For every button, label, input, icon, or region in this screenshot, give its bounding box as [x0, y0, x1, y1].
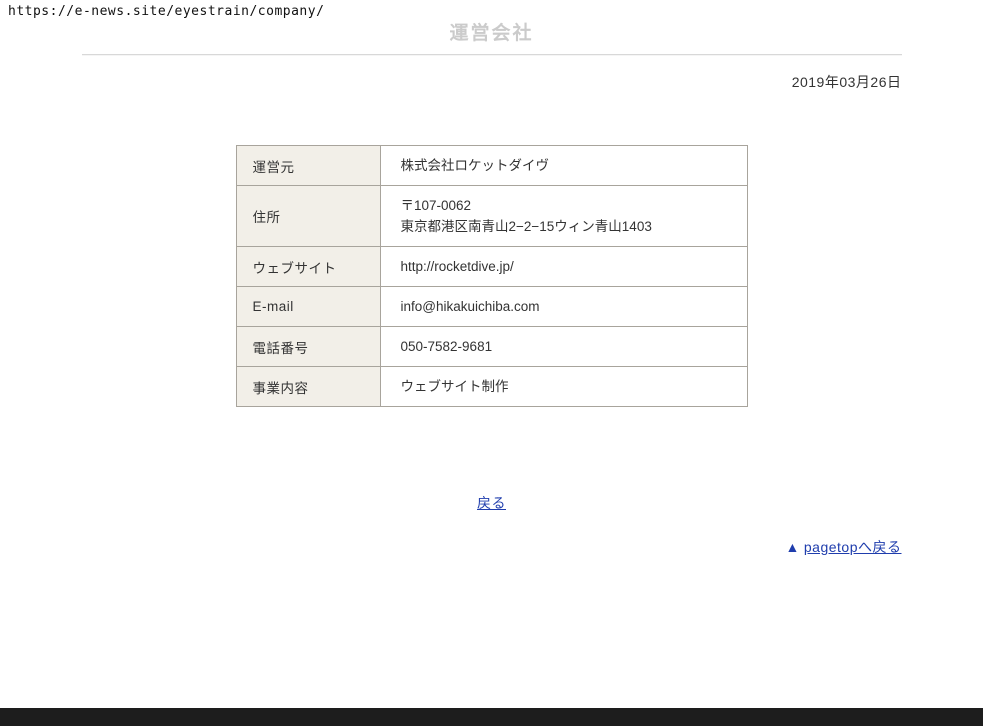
row-label: 事業内容	[253, 381, 309, 396]
row-value-business: ウェブサイト制作	[380, 367, 747, 407]
pagetop-arrow-icon: ▲	[786, 539, 800, 555]
row-label-operator: 運営元	[236, 146, 380, 186]
row-label: 住所	[253, 210, 281, 225]
row-value: http://rocketdive.jp/	[401, 259, 514, 274]
table-row: 電話番号 050-7582-9681	[236, 327, 747, 367]
row-label: ウェブサイト	[253, 261, 337, 276]
company-info-table: 運営元 株式会社ロケットダイヴ 住所 〒107-0062 東京都港区南青山2−2…	[236, 145, 748, 407]
table-row: 住所 〒107-0062 東京都港区南青山2−2−15ウィン青山1403	[236, 186, 747, 247]
row-value: ウェブサイト制作	[401, 379, 509, 394]
main-content: 運営会社 2019年03月26日 運営元 株式会社ロケットダイヴ 住所 〒107…	[82, 0, 902, 557]
back-link[interactable]: 戻る	[477, 495, 506, 511]
row-value: 株式会社ロケットダイヴ	[401, 158, 550, 173]
row-label: E-mail	[253, 299, 294, 314]
row-label-address: 住所	[236, 186, 380, 247]
row-label: 電話番号	[253, 341, 309, 356]
row-value: info@hikakuichiba.com	[401, 299, 540, 314]
back-link-container: 戻る	[82, 493, 902, 513]
row-value-website: http://rocketdive.jp/	[380, 247, 747, 287]
row-label: 運営元	[253, 160, 295, 175]
table-row: 運営元 株式会社ロケットダイヴ	[236, 146, 747, 186]
footer-bar	[0, 708, 983, 726]
table-row: ウェブサイト http://rocketdive.jp/	[236, 247, 747, 287]
row-value-phone: 050-7582-9681	[380, 327, 747, 367]
row-value-email: info@hikakuichiba.com	[380, 287, 747, 327]
row-value: 〒107-0062 東京都港区南青山2−2−15ウィン青山1403	[401, 198, 652, 234]
row-value: 050-7582-9681	[401, 339, 493, 354]
row-label-business: 事業内容	[236, 367, 380, 407]
title-divider	[82, 54, 902, 56]
page-title: 運営会社	[82, 0, 902, 45]
row-label-phone: 電話番号	[236, 327, 380, 367]
table-row: E-mail info@hikakuichiba.com	[236, 287, 747, 327]
row-value-address: 〒107-0062 東京都港区南青山2−2−15ウィン青山1403	[380, 186, 747, 247]
pagetop-link-container: ▲pagetopへ戻る	[82, 537, 902, 557]
pagetop-link-label: pagetopへ戻る	[804, 539, 902, 555]
row-label-website: ウェブサイト	[236, 247, 380, 287]
page-date: 2019年03月26日	[82, 72, 902, 92]
table-row: 事業内容 ウェブサイト制作	[236, 367, 747, 407]
row-value-operator: 株式会社ロケットダイヴ	[380, 146, 747, 186]
pagetop-link[interactable]: ▲pagetopへ戻る	[786, 539, 902, 555]
row-label-email: E-mail	[236, 287, 380, 327]
